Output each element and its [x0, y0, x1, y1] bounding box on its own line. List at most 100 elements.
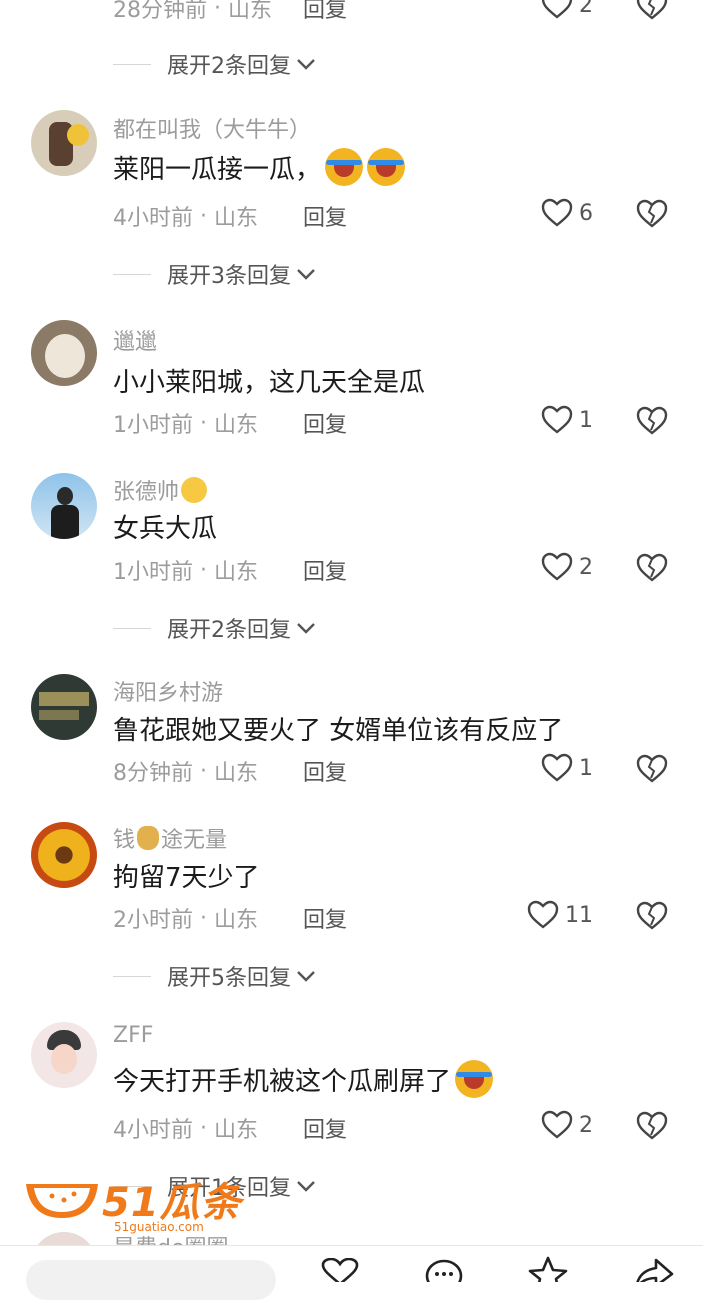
comment-meta: 2小时前 · 山东 — [113, 902, 258, 934]
broken-heart-icon[interactable] — [636, 753, 668, 785]
expand-replies-label: 展开2条回复 — [167, 618, 291, 643]
broken-heart-icon[interactable] — [636, 1110, 668, 1142]
reply-button[interactable]: 回复 — [303, 0, 347, 24]
comment-location: 山东 — [213, 761, 258, 786]
chevron-down-icon — [297, 59, 315, 70]
broken-heart-icon[interactable] — [636, 405, 668, 437]
comment-location: 山东 — [227, 0, 272, 23]
like-button[interactable]: 2 — [541, 0, 593, 20]
comment-location: 山东 — [213, 560, 258, 585]
comment-meta: 28分钟前 · 山东 — [113, 0, 272, 24]
avatar[interactable] — [31, 674, 97, 740]
reply-button[interactable]: 回复 — [303, 902, 347, 934]
comment-time: 1小时前 — [113, 560, 193, 585]
money-bag-icon — [137, 826, 160, 850]
reply-button[interactable]: 回复 — [303, 200, 347, 232]
like-count: 11 — [565, 902, 593, 928]
comment-time: 2小时前 — [113, 908, 193, 933]
watermark-url: 51guatiao.com — [114, 1220, 204, 1234]
comment-username[interactable]: 张德帅 — [113, 474, 208, 506]
watermark-logo: 51瓜条 51guatiao.com — [22, 1170, 252, 1240]
comment-meta: 4小时前 · 山东 — [113, 200, 258, 232]
comment-location: 山东 — [213, 206, 258, 231]
like-count: 2 — [579, 554, 593, 580]
broken-heart-icon[interactable] — [636, 900, 668, 932]
comment-text: 今天打开手机被这个瓜刷屏了 — [113, 1060, 494, 1098]
broken-heart-icon[interactable] — [636, 552, 668, 584]
star-icon[interactable] — [526, 1256, 570, 1282]
laugh-cry-emoji-icon — [367, 148, 406, 186]
heart-icon — [541, 753, 573, 782]
expand-replies[interactable]: 展开2条回复 — [113, 48, 317, 80]
comment-meta: 1小时前 · 山东 — [113, 554, 258, 586]
comment-meta: 8分钟前 · 山东 — [113, 755, 258, 787]
avatar[interactable] — [31, 320, 97, 386]
grin-emoji-icon — [181, 477, 208, 503]
watermelon-logo-icon — [26, 1184, 98, 1218]
expand-replies[interactable]: 展开5条回复 — [113, 960, 317, 992]
laugh-cry-emoji-icon — [325, 148, 364, 186]
comment-username[interactable]: 海阳乡村游 — [113, 675, 223, 707]
broken-heart-icon[interactable] — [636, 0, 668, 22]
like-button[interactable]: 1 — [541, 753, 593, 783]
like-count: 1 — [579, 755, 593, 781]
heart-icon — [541, 0, 573, 19]
comment-location: 山东 — [213, 413, 258, 438]
reply-button[interactable]: 回复 — [303, 554, 347, 586]
comment-username[interactable]: 钱 途无量 — [113, 822, 227, 854]
comment-location: 山东 — [213, 908, 258, 933]
heart-icon — [541, 552, 573, 581]
comment-meta: 1小时前 · 山东 — [113, 407, 258, 439]
comment-time: 4小时前 — [113, 1118, 193, 1143]
reply-button[interactable]: 回复 — [303, 407, 347, 439]
comment-time: 28分钟前 — [113, 0, 207, 23]
heart-icon — [541, 198, 573, 227]
heart-icon — [541, 1110, 573, 1139]
comment-bubble-icon[interactable] — [424, 1258, 464, 1282]
heart-icon — [527, 900, 559, 929]
like-count: 2 — [579, 1112, 593, 1138]
comment-input[interactable] — [26, 1260, 276, 1300]
like-button[interactable]: 6 — [541, 198, 593, 228]
comment-time: 1小时前 — [113, 413, 193, 438]
comment-location: 山东 — [213, 1118, 258, 1143]
comment-text: 鲁花跟她又要火了 女婿单位该有反应了 — [113, 716, 564, 746]
like-button[interactable]: 1 — [541, 405, 593, 435]
like-button[interactable]: 2 — [541, 552, 593, 582]
comment-username[interactable]: 邋邋 — [113, 324, 157, 356]
expand-replies-label: 展开3条回复 — [167, 264, 291, 289]
like-count: 6 — [579, 200, 593, 226]
comment-username[interactable]: ZFF — [113, 1023, 153, 1048]
expand-replies-label: 展开5条回复 — [167, 966, 291, 991]
like-count: 2 — [579, 0, 593, 18]
like-button[interactable]: 2 — [541, 1110, 593, 1140]
chevron-down-icon — [297, 269, 315, 280]
chevron-down-icon — [297, 623, 315, 634]
laugh-cry-emoji-icon — [455, 1060, 494, 1098]
comment-username[interactable]: 都在叫我（大牛牛） — [113, 112, 311, 144]
heart-icon[interactable] — [320, 1258, 360, 1282]
comment-text: 莱阳一瓜接一瓜， — [113, 148, 406, 186]
comment-meta: 4小时前 · 山东 — [113, 1112, 258, 1144]
expand-replies[interactable]: 展开3条回复 — [113, 258, 317, 290]
expand-replies-label: 展开2条回复 — [167, 54, 291, 79]
broken-heart-icon[interactable] — [636, 198, 668, 230]
share-icon[interactable] — [632, 1256, 676, 1282]
avatar[interactable] — [31, 473, 97, 539]
chevron-down-icon — [297, 1181, 315, 1192]
expand-replies[interactable]: 展开2条回复 — [113, 612, 317, 644]
comment-text: 小小莱阳城，这几天全是瓜 — [113, 368, 426, 398]
comment-time: 8分钟前 — [113, 761, 193, 786]
reply-button[interactable]: 回复 — [303, 755, 347, 787]
avatar[interactable] — [31, 110, 97, 176]
reply-button[interactable]: 回复 — [303, 1112, 347, 1144]
comment-text: 拘留7天少了 — [113, 863, 260, 893]
comment-time: 4小时前 — [113, 206, 193, 231]
like-button[interactable]: 11 — [527, 900, 593, 930]
heart-icon — [541, 405, 573, 434]
like-count: 1 — [579, 407, 593, 433]
chevron-down-icon — [297, 971, 315, 982]
avatar[interactable] — [31, 822, 97, 888]
avatar[interactable] — [31, 1022, 97, 1088]
comment-text: 女兵大瓜 — [113, 514, 218, 544]
